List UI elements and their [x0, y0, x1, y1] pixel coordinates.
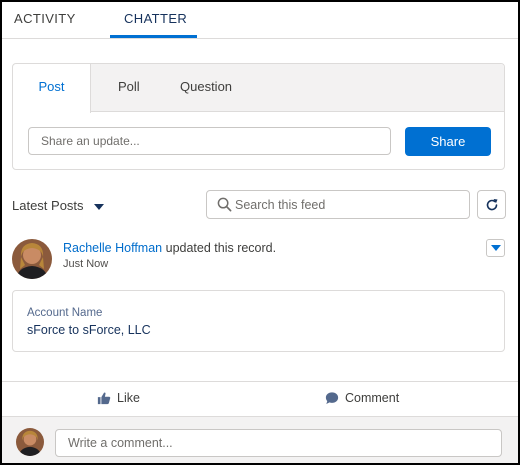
- share-update-input[interactable]: [28, 127, 391, 155]
- search-feed-input[interactable]: [235, 191, 465, 218]
- comment-icon: [325, 392, 339, 404]
- active-tab-indicator: [110, 35, 197, 38]
- top-tabs: ACTIVITY CHATTER: [2, 2, 518, 39]
- tab-chatter[interactable]: CHATTER: [124, 11, 187, 26]
- post-header: Rachelle Hoffman updated this record.: [63, 241, 276, 255]
- post-timestamp[interactable]: Just Now: [63, 258, 108, 270]
- record-update-card: Account Name sForce to sForce, LLC: [12, 290, 505, 352]
- post-author-link[interactable]: Rachelle Hoffman: [63, 241, 162, 255]
- user-photo-icon: [12, 239, 52, 279]
- like-button[interactable]: Like: [97, 391, 140, 405]
- share-button[interactable]: Share: [405, 127, 491, 156]
- chevron-down-icon: [93, 203, 104, 210]
- search-icon: [217, 197, 232, 212]
- like-icon: [97, 392, 111, 405]
- publisher-tabs: Post Poll Question: [13, 64, 504, 113]
- comment-button[interactable]: Comment: [325, 391, 399, 405]
- feed-search[interactable]: [206, 190, 470, 219]
- publisher-card: Post Poll Question Share: [12, 63, 505, 170]
- avatar: [16, 428, 44, 456]
- refresh-icon: [486, 199, 498, 211]
- refresh-button[interactable]: [477, 190, 506, 219]
- comment-input[interactable]: [55, 429, 502, 457]
- avatar[interactable]: [12, 239, 52, 279]
- user-photo-icon: [16, 428, 44, 456]
- field-value: sForce to sForce, LLC: [27, 323, 151, 337]
- post-actions-bar: Like Comment: [2, 381, 518, 415]
- post-actions-menu-button[interactable]: [486, 239, 505, 257]
- comment-composer: [2, 416, 518, 463]
- publisher-tab-post[interactable]: Post: [13, 64, 91, 113]
- publisher-tab-question[interactable]: Question: [180, 64, 232, 112]
- publisher-tab-poll[interactable]: Poll: [118, 64, 140, 112]
- latest-posts-label: Latest Posts: [12, 198, 84, 213]
- comment-label: Comment: [345, 391, 400, 405]
- like-label: Like: [117, 391, 140, 405]
- field-label: Account Name: [27, 307, 103, 319]
- chevron-down-icon: [491, 245, 501, 251]
- post-action-text: updated this record.: [162, 241, 277, 255]
- chatter-panel: ACTIVITY CHATTER Post Poll Question Shar…: [0, 0, 520, 465]
- tab-activity[interactable]: ACTIVITY: [14, 11, 76, 26]
- latest-posts-dropdown[interactable]: Latest Posts: [12, 198, 104, 213]
